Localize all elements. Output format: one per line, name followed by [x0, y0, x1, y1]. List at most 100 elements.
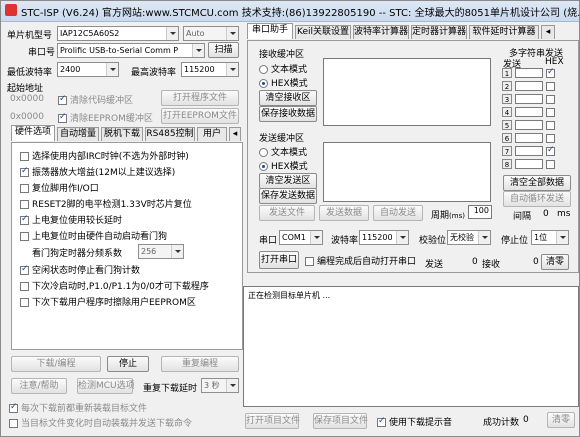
multi-send-input[interactable]: [515, 68, 543, 78]
save-project-button[interactable]: 保存项目文件: [313, 413, 368, 429]
auto-open-port-checkbox[interactable]: 编程完成后自动打开串口: [305, 254, 416, 267]
multi-hex-checkbox[interactable]: [546, 160, 555, 169]
multi-send-input[interactable]: [515, 107, 543, 117]
multi-send-button[interactable]: 6: [502, 133, 512, 143]
save-send-button[interactable]: 保存发送数据: [259, 188, 317, 204]
hw-option-checkbox-0[interactable]: 选择使用内部IRC时钟(不选为外部时钟): [20, 149, 189, 162]
tab-baud-calc[interactable]: 波特率计算器: [353, 25, 409, 39]
open-port-button[interactable]: 打开串口: [259, 251, 299, 269]
checkbox-box[interactable]: [20, 232, 29, 241]
multi-send-button[interactable]: 5: [502, 120, 512, 130]
tab-keil-settings[interactable]: Keil关联设置: [295, 25, 351, 39]
multi-hex-checkbox[interactable]: [546, 95, 555, 104]
tab-user[interactable]: 用户: [197, 127, 227, 141]
multi-hex-checkbox[interactable]: [546, 108, 555, 117]
tab-rs485[interactable]: RS485控制: [145, 127, 195, 141]
checkbox-box[interactable]: [20, 166, 29, 177]
wdt-prescaler-select[interactable]: 256: [138, 244, 184, 259]
hw-option-checkbox-1[interactable]: 振荡器放大增益(12M以上建议选择): [20, 165, 175, 178]
send-hex-mode-radio[interactable]: HEX模式: [259, 159, 308, 172]
tab-timer-calc[interactable]: 定时器计算器: [411, 25, 467, 39]
open-project-button[interactable]: 打开项目文件: [245, 413, 300, 429]
multi-hex-checkbox[interactable]: [546, 134, 555, 143]
multi-hex-checkbox[interactable]: [546, 121, 555, 130]
save-recv-button[interactable]: 保存接收数据: [259, 106, 317, 122]
multi-send-input[interactable]: [515, 159, 543, 169]
tab-scroll-arrows[interactable]: ◂: [541, 25, 555, 39]
multi-send-input[interactable]: [515, 133, 543, 143]
tab-scroll-arrows[interactable]: ◂: [229, 127, 241, 141]
hw-option-checkbox-2[interactable]: 复位脚用作I/O口: [20, 181, 99, 194]
tab-delay-calc[interactable]: 软件延时计算器: [469, 25, 539, 39]
auto-select[interactable]: Auto: [183, 26, 239, 41]
checkbox-box[interactable]: [20, 184, 29, 193]
max-baud-select[interactable]: 115200: [181, 62, 239, 77]
stopbits-select[interactable]: 1位: [531, 230, 569, 245]
recv-text-mode-radio[interactable]: 文本模式: [259, 62, 307, 75]
hw-option2-checkbox-0[interactable]: 空闲状态时停止看门狗计数: [20, 263, 140, 276]
checkbox-box[interactable]: [20, 264, 29, 275]
baud-select[interactable]: 115200: [359, 230, 409, 245]
hw-option2-checkbox-2[interactable]: 下次下载用户程序时擦除用户EEPROM区: [20, 295, 196, 308]
scan-button[interactable]: 扫描: [208, 42, 239, 58]
hw-option-checkbox-3[interactable]: RESET2脚的电平检测1.33V时芯片复位: [20, 197, 192, 210]
tab-auto-increment[interactable]: 自动增量: [57, 127, 99, 141]
open-eeprom-button[interactable]: 打开EEPROM文件: [161, 108, 239, 124]
tab-serial-assistant[interactable]: 串口助手: [247, 23, 293, 39]
multi-send-input[interactable]: [515, 81, 543, 91]
parity-select[interactable]: 无校验: [447, 230, 491, 245]
detect-mcu-button[interactable]: 检测MCU选项: [77, 378, 135, 394]
port-select[interactable]: Prolific USB-to-Serial Comm P: [57, 43, 205, 58]
multi-send-button[interactable]: 1: [502, 68, 512, 78]
min-baud-select[interactable]: 2400: [57, 62, 119, 77]
recv-buffer-textarea[interactable]: [323, 58, 491, 126]
mcu-type-select[interactable]: IAP12C5A60S2: [57, 26, 179, 41]
checkbox-box[interactable]: [20, 282, 29, 291]
tab-offline[interactable]: 脱机下载: [101, 127, 143, 141]
download-button[interactable]: 下载/编程: [11, 356, 101, 372]
multi-send-button[interactable]: 7: [502, 146, 512, 156]
reload-checkbox[interactable]: 每次下载前都重新装载目标文件: [9, 401, 147, 414]
clear-send-button[interactable]: 清空发送区: [259, 173, 317, 189]
send-file-button[interactable]: 发送文件: [259, 205, 315, 221]
multi-send-input[interactable]: [515, 94, 543, 104]
auto-send-button[interactable]: 自动发送: [373, 205, 423, 221]
multi-send-button[interactable]: 4: [502, 107, 512, 117]
multi-send-button[interactable]: 3: [502, 94, 512, 104]
clear-recv-button[interactable]: 清空接收区: [259, 90, 317, 106]
tab-hardware[interactable]: 硬件选项: [11, 125, 55, 141]
hw-option-checkbox-4[interactable]: 上电复位使用较长延时: [20, 213, 122, 226]
stop-button[interactable]: 停止: [107, 356, 149, 372]
clear-all-button[interactable]: 清空全部数据: [503, 175, 571, 191]
period-input[interactable]: 100: [468, 205, 492, 219]
send-data-button[interactable]: 发送数据: [319, 205, 369, 221]
multi-hex-checkbox[interactable]: [546, 82, 555, 91]
clear-code-checkbox[interactable]: 清除代码缓冲区: [58, 93, 133, 106]
clear-eeprom-checkbox[interactable]: 清除EEPROM缓冲区: [58, 111, 153, 124]
recv-hex-mode-radio[interactable]: HEX模式: [259, 76, 308, 89]
log-output[interactable]: 正在检测目标单片机 ...: [243, 286, 579, 407]
multi-send-button[interactable]: 8: [502, 159, 512, 169]
clear-success-button[interactable]: 清零: [547, 412, 575, 428]
interval-value[interactable]: 0: [543, 209, 549, 219]
multi-send-input[interactable]: [515, 120, 543, 130]
send-buffer-textarea[interactable]: [323, 142, 491, 202]
auto-loop-send-button[interactable]: 自动循环发送: [503, 191, 571, 207]
multi-hex-checkbox[interactable]: [546, 145, 555, 156]
multi-hex-checkbox[interactable]: [546, 67, 555, 78]
multi-send-input[interactable]: [515, 146, 543, 156]
repeat-delay-select[interactable]: 3 秒: [201, 378, 239, 393]
clear-count-button[interactable]: 清零: [541, 254, 569, 270]
repeat-program-button[interactable]: 重复编程: [161, 356, 239, 372]
checkbox-box[interactable]: [20, 152, 29, 161]
port-select[interactable]: COM1: [279, 230, 323, 245]
checkbox-box[interactable]: [20, 214, 29, 225]
multi-send-button[interactable]: 2: [502, 81, 512, 91]
open-program-button[interactable]: 打开程序文件: [161, 90, 239, 106]
hw-option2-checkbox-1[interactable]: 下次冷启动时,P1.0/P1.1为0/0才可下载程序: [20, 279, 209, 292]
auto-send-checkbox[interactable]: 当目标文件变化时自动装载并发送下载命令: [9, 416, 192, 429]
hw-option-checkbox-5[interactable]: 上电复位时由硬件自动启动看门狗: [20, 229, 167, 242]
checkbox-box[interactable]: [20, 200, 29, 209]
help-button[interactable]: 注意/帮助: [11, 378, 67, 394]
beep-checkbox[interactable]: 使用下载提示音: [377, 415, 452, 428]
